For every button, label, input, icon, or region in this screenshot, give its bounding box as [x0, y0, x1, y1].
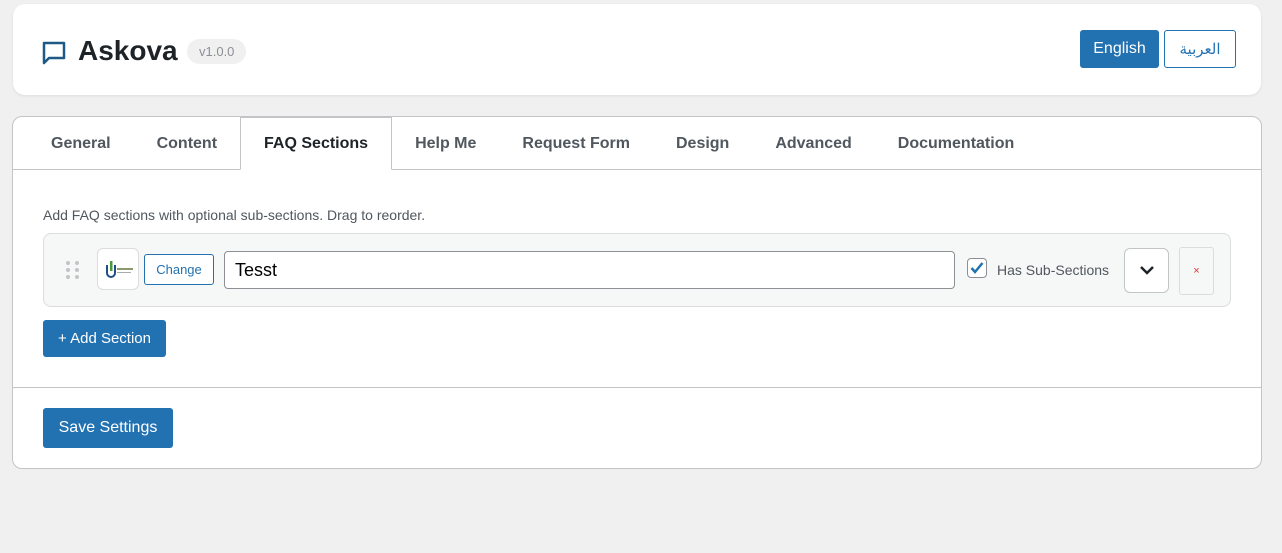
tab-request-form[interactable]: Request Form	[499, 117, 653, 169]
save-settings-button[interactable]: Save Settings	[43, 408, 173, 448]
tab-bar: General Content FAQ Sections Help Me Req…	[13, 117, 1261, 170]
tab-design[interactable]: Design	[653, 117, 752, 169]
divider	[13, 387, 1261, 388]
tab-faq-sections[interactable]: FAQ Sections	[240, 117, 393, 170]
checkmark-icon	[970, 262, 984, 274]
drag-handle-icon[interactable]	[66, 261, 80, 279]
tab-help-me[interactable]: Help Me	[392, 117, 499, 169]
section-name-input[interactable]	[224, 251, 955, 289]
tab-content[interactable]: Content	[134, 117, 240, 169]
change-image-button[interactable]: Change	[144, 254, 214, 285]
header: Askova v1.0.0 English العربية	[13, 4, 1261, 95]
has-sub-sections-label: Has Sub-Sections	[997, 262, 1110, 278]
has-sub-sections-checkbox[interactable]	[967, 258, 987, 278]
arabic-button[interactable]: العربية	[1164, 30, 1236, 68]
expand-section-button[interactable]	[1124, 248, 1169, 293]
delete-section-button[interactable]: ×	[1179, 247, 1214, 295]
chat-bubble-icon	[42, 41, 66, 65]
section-image	[97, 248, 139, 290]
tab-general[interactable]: General	[28, 117, 134, 169]
version-badge: v1.0.0	[187, 39, 247, 64]
faq-description: Add FAQ sections with optional sub-secti…	[43, 207, 426, 223]
english-button[interactable]: English	[1080, 30, 1159, 68]
chevron-down-icon	[1139, 266, 1154, 275]
tab-advanced[interactable]: Advanced	[752, 117, 874, 169]
faq-section-row: Change Has Sub-Sections ×	[43, 233, 1231, 307]
settings-panel: General Content FAQ Sections Help Me Req…	[12, 116, 1262, 469]
add-section-button[interactable]: + Add Section	[43, 320, 166, 357]
tab-documentation[interactable]: Documentation	[875, 117, 1037, 169]
app-title: Askova	[78, 35, 178, 66]
